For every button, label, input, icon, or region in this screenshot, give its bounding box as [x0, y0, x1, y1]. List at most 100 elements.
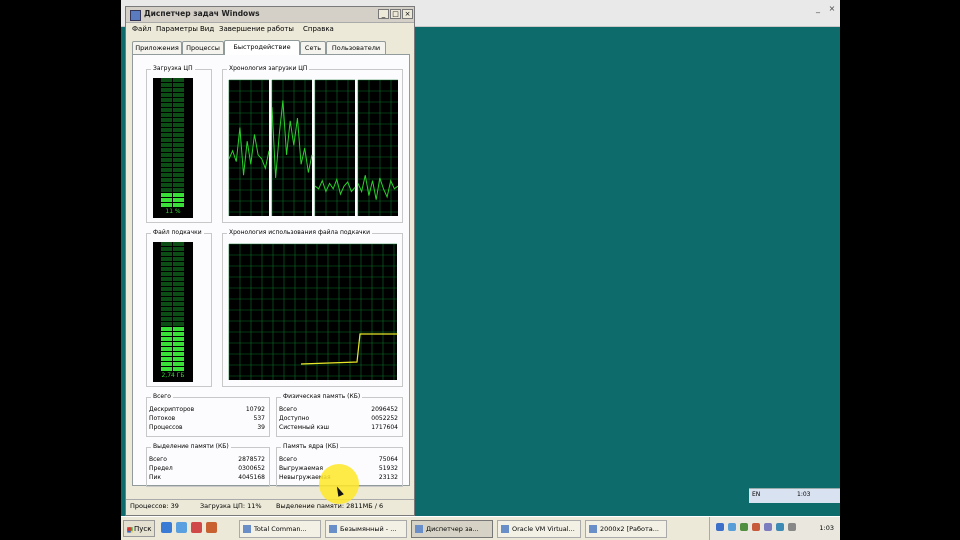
pagefile-value: 2,74 ГБ [161, 372, 185, 379]
meter-segment [161, 88, 172, 92]
meter-segment [173, 178, 184, 182]
meter-segment [173, 337, 184, 341]
quicklaunch-media-icon[interactable] [206, 522, 217, 533]
stat-label: Выгружаемая [279, 465, 323, 472]
meter-segment [173, 277, 184, 281]
meter-segment [173, 153, 184, 157]
taskbar-item[interactable]: 2000x2 [Работа... [585, 520, 667, 538]
pagefile-history-graph [228, 243, 397, 380]
stat-label: Всего [149, 456, 167, 463]
taskbar-item-active[interactable]: Диспетчер за... [411, 520, 493, 538]
meter-segment [173, 272, 184, 276]
meter-segment [161, 287, 172, 291]
meter-segment [161, 163, 172, 167]
meter-segment [161, 272, 172, 276]
meter-segment [161, 342, 172, 346]
menu-help[interactable]: Справка [303, 25, 334, 33]
pagefile-meter: 2,74 ГБ [153, 242, 193, 382]
app-icon [589, 525, 597, 533]
vm-screen: _ × Диспетчер задач Windows _ □ × Файл П… [121, 0, 840, 540]
taskbar-item[interactable]: Total Comman... [239, 520, 321, 538]
stat-value: 2096452 [371, 406, 398, 413]
quicklaunch-app-icon[interactable] [191, 522, 202, 533]
app-icon [329, 525, 337, 533]
meter-segment [173, 292, 184, 296]
meter-segment [161, 242, 172, 246]
stat-value: 39 [257, 424, 265, 431]
task-manager-window: Диспетчер задач Windows _ □ × Файл Парам… [125, 6, 415, 516]
meter-segment [161, 123, 172, 127]
meter-segment [161, 257, 172, 261]
status-bar: Процессов: 39 Загрузка ЦП: 11% Выделение… [126, 499, 414, 514]
tray-icon[interactable] [764, 523, 772, 531]
graph-background [229, 80, 269, 216]
tab-applications[interactable]: Приложения [132, 41, 182, 54]
totals-row: Процессов 39 [147, 424, 269, 433]
quicklaunch-desktop-icon[interactable] [176, 522, 187, 533]
graph-background [358, 80, 398, 216]
meter-segment [173, 143, 184, 147]
pagefile-history-group: Хронология использования файла подкачки [222, 229, 403, 387]
stat-label: Пик [149, 474, 162, 481]
tab-users[interactable]: Пользователи [326, 41, 386, 54]
quicklaunch-ie-icon[interactable] [161, 522, 172, 533]
meter-segment [161, 178, 172, 182]
menu-file[interactable]: Файл [132, 25, 151, 33]
meter-segment [173, 322, 184, 326]
meter-segment [173, 198, 184, 202]
commit-charge-title: Выделение памяти (КБ) [151, 443, 231, 450]
physical-memory-title: Физическая память (КБ) [281, 393, 363, 400]
meter-segment [173, 332, 184, 336]
stat-label: Потоков [149, 415, 176, 422]
meter-segment [173, 123, 184, 127]
meter-segment [161, 193, 172, 197]
stat-value: 51932 [378, 465, 398, 472]
meter-segment [161, 98, 172, 102]
maximize-button[interactable]: □ [390, 9, 401, 19]
meter-segment [161, 252, 172, 256]
commit-charge-group: Выделение памяти (КБ) Всего 2878572 Преде… [146, 443, 270, 487]
minimize-button[interactable]: _ [378, 9, 389, 19]
meter-segment [173, 103, 184, 107]
tab-performance[interactable]: Быстродействие [224, 40, 300, 55]
tray-icon[interactable] [752, 523, 760, 531]
window-titlebar[interactable]: Диспетчер задач Windows _ □ × [126, 7, 414, 23]
taskbar-item[interactable]: Oracle VM Virtual... [497, 520, 581, 538]
host-lang[interactable]: EN [752, 491, 760, 498]
close-button[interactable]: × [402, 9, 413, 19]
meter-segment [173, 163, 184, 167]
system-tray: 1:03 [709, 517, 840, 540]
menu-options[interactable]: Параметры [156, 25, 198, 33]
pagefile-meter-bars [161, 242, 184, 371]
stat-value: 537 [253, 415, 265, 422]
meter-segment [173, 252, 184, 256]
meter-segment [161, 267, 172, 271]
stat-value: 1717604 [371, 424, 398, 431]
totals-group: Всего Дескрипторов 10792 Потоков 537 Проце… [146, 393, 270, 437]
tab-network[interactable]: Сеть [300, 41, 326, 54]
tray-icon[interactable] [740, 523, 748, 531]
meter-segment [173, 158, 184, 162]
cpu-history-graph [228, 79, 399, 216]
menu-view[interactable]: Вид [200, 25, 214, 33]
meter-segment [173, 302, 184, 306]
tray-icon[interactable] [716, 523, 724, 531]
tray-icon[interactable] [788, 523, 796, 531]
status-commit: Выделение памяти: 2811МБ / 6 [276, 502, 384, 510]
menu-shutdown[interactable]: Завершение работы [219, 25, 294, 33]
host-minimize-button[interactable]: _ [811, 3, 825, 15]
meter-segment [161, 198, 172, 202]
meter-segment [161, 247, 172, 251]
tray-icon[interactable] [776, 523, 784, 531]
taskbar-item-label: Безымянный - ... [340, 525, 397, 533]
meter-segment [161, 183, 172, 187]
app-icon [415, 525, 423, 533]
tab-processes[interactable]: Процессы [182, 41, 224, 54]
tray-icon[interactable] [728, 523, 736, 531]
meter-segment [173, 118, 184, 122]
start-button[interactable]: Пуск [123, 520, 155, 537]
host-close-button[interactable]: × [825, 3, 839, 15]
taskbar-item[interactable]: Безымянный - ... [325, 520, 407, 538]
stat-value: 23132 [378, 474, 398, 481]
host-time: 1:03 [797, 491, 811, 498]
